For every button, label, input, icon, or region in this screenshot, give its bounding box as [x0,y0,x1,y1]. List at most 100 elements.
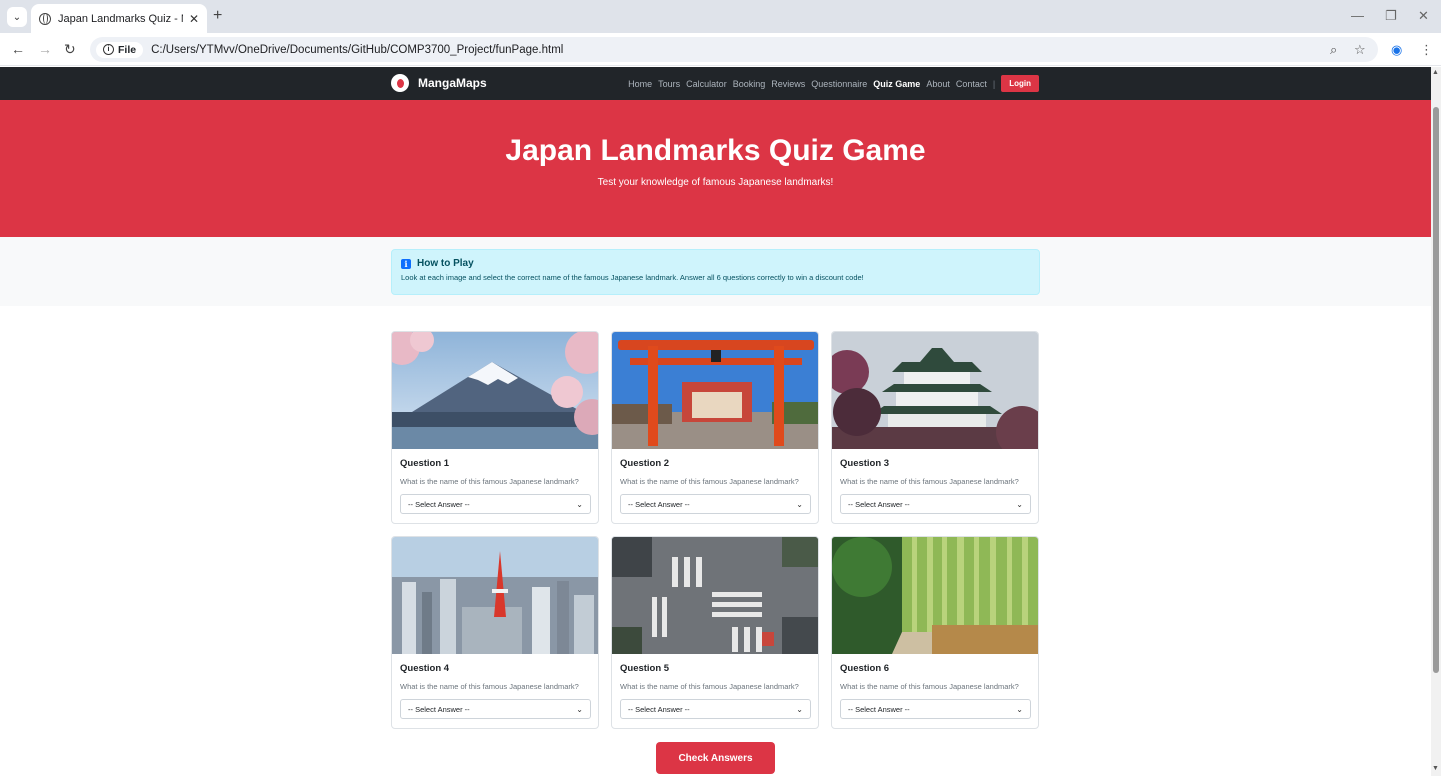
scroll-up-icon[interactable]: ▲ [1432,69,1439,76]
restore-icon[interactable]: ❐ [1385,8,1397,24]
question-prompt: What is the name of this famous Japanese… [840,682,1019,691]
select-value: -- Select Answer -- [408,704,470,714]
question-prompt: What is the name of this famous Japanese… [620,477,799,486]
select-value: -- Select Answer -- [848,704,910,714]
question-card-1: Question 1 What is the name of this famo… [391,331,599,524]
brand-name: MangaMaps [418,76,487,90]
info-icon: i [401,258,411,269]
question-title: Question 4 [400,663,450,674]
chevron-down-icon: ⌄ [796,704,803,714]
landmark-image-4 [392,537,598,654]
question-prompt: What is the name of this famous Japanese… [840,477,1019,486]
nav-link-calculator[interactable]: Calculator [686,79,727,89]
question-prompt: What is the name of this famous Japanese… [400,477,579,486]
page-scrollbar[interactable]: ▲ ▼ [1431,67,1441,776]
tab-search-icon[interactable]: ⌄ [7,7,27,27]
new-tab-icon[interactable]: + [213,7,222,25]
select-value: -- Select Answer -- [628,704,690,714]
browser-tab[interactable]: Japan Landmarks Quiz - Manga ✕ [31,4,207,33]
nav-link-questionnaire[interactable]: Questionnaire [811,79,867,89]
brand-logo-icon [391,74,409,92]
url-text: C:/Users/YTMvv/OneDrive/Documents/GitHub… [151,43,564,56]
url-field[interactable]: i File C:/Users/YTMvv/OneDrive/Documents… [90,37,1378,62]
chevron-down-icon: ⌄ [1016,499,1023,509]
minimize-icon[interactable]: — [1351,8,1364,23]
mount-fuji-image [392,332,598,449]
answer-select-4[interactable]: -- Select Answer -- ⌄ [400,699,591,719]
question-prompt: What is the name of this famous Japanese… [620,682,799,691]
tab-title: Japan Landmarks Quiz - Manga [58,12,183,25]
nav-links: Home Tours Calculator Booking Reviews Qu… [622,67,1039,100]
question-title: Question 2 [620,458,670,469]
globe-icon [39,12,51,25]
chevron-down-icon: ⌄ [796,499,803,509]
landmark-image-1 [392,332,598,449]
page-subtitle: Test your knowledge of famous Japanese l… [597,177,834,188]
question-title: Question 1 [400,458,450,469]
landmark-image-5 [612,537,818,654]
how-to-play-alert: i How to Play Look at each image and sel… [391,249,1040,295]
page-title: Japan Landmarks Quiz Game [505,134,926,167]
hero-banner: Japan Landmarks Quiz Game Test your know… [0,100,1431,237]
question-title: Question 5 [620,663,670,674]
page-viewport: MangaMaps Home Tours Calculator Booking … [0,67,1431,776]
how-to-play-section: i How to Play Look at each image and sel… [0,237,1431,306]
nav-link-home[interactable]: Home [628,79,652,89]
answer-select-1[interactable]: -- Select Answer -- ⌄ [400,494,591,514]
tab-close-icon[interactable]: ✕ [189,12,199,26]
file-label: File [118,43,137,56]
site-navbar: MangaMaps Home Tours Calculator Booking … [0,67,1431,100]
forward-icon[interactable]: → [38,41,52,57]
how-to-play-title: How to Play [417,258,474,269]
answer-select-2[interactable]: -- Select Answer -- ⌄ [620,494,811,514]
nav-separator: | [992,78,996,89]
menu-kebab-icon[interactable]: ⋮ [1420,42,1433,58]
address-bar: ← → ↻ i File C:/Users/YTMvv/OneDrive/Doc… [0,33,1441,66]
nav-link-tours[interactable]: Tours [658,79,680,89]
back-icon[interactable]: ← [11,41,25,57]
question-card-5: Question 5 What is the name of this famo… [611,536,819,729]
landmark-image-2 [612,332,818,449]
nav-link-booking[interactable]: Booking [733,79,766,89]
nav-link-contact[interactable]: Contact [956,79,987,89]
scroll-thumb[interactable] [1433,107,1439,673]
answer-select-5[interactable]: -- Select Answer -- ⌄ [620,699,811,719]
chevron-down-icon: ⌄ [576,704,583,714]
info-icon: i [103,44,114,55]
question-card-6: Question 6 What is the name of this famo… [831,536,1039,729]
castle-image [832,332,1038,449]
scroll-down-icon[interactable]: ▼ [1432,765,1439,772]
how-to-play-text: Look at each image and select the correc… [401,273,864,282]
landmark-image-3 [832,332,1038,449]
brand-link[interactable]: MangaMaps [391,74,487,92]
login-button[interactable]: Login [1001,75,1039,92]
answer-select-3[interactable]: -- Select Answer -- ⌄ [840,494,1031,514]
crossing-image [612,537,818,654]
nav-link-reviews[interactable]: Reviews [771,79,805,89]
site-info-chip[interactable]: i File [96,41,144,58]
bookmark-star-icon[interactable]: ☆ [1354,42,1366,58]
answer-select-6[interactable]: -- Select Answer -- ⌄ [840,699,1031,719]
profile-icon[interactable]: ◉ [1391,42,1402,58]
select-value: -- Select Answer -- [848,499,910,509]
chevron-down-icon: ⌄ [1016,704,1023,714]
question-card-3: Question 3 What is the name of this famo… [831,331,1039,524]
torii-gate-image [612,332,818,449]
close-window-icon[interactable]: ✕ [1418,8,1429,24]
question-title: Question 6 [840,663,890,674]
select-value: -- Select Answer -- [628,499,690,509]
landmark-image-6 [832,537,1038,654]
nav-link-quiz-game[interactable]: Quiz Game [873,79,920,89]
browser-tab-bar: ⌄ Japan Landmarks Quiz - Manga ✕ + — ❐ ✕ [0,0,1441,33]
question-card-2: Question 2 What is the name of this famo… [611,331,819,524]
question-prompt: What is the name of this famous Japanese… [400,682,579,691]
city-skyline-image [392,537,598,654]
bamboo-forest-image [832,537,1038,654]
select-value: -- Select Answer -- [408,499,470,509]
check-answers-button[interactable]: Check Answers [656,742,775,774]
question-title: Question 3 [840,458,890,469]
nav-link-about[interactable]: About [926,79,950,89]
zoom-icon[interactable]: ⌕ [1330,42,1337,58]
question-card-4: Question 4 What is the name of this famo… [391,536,599,729]
reload-icon[interactable]: ↻ [64,41,76,58]
